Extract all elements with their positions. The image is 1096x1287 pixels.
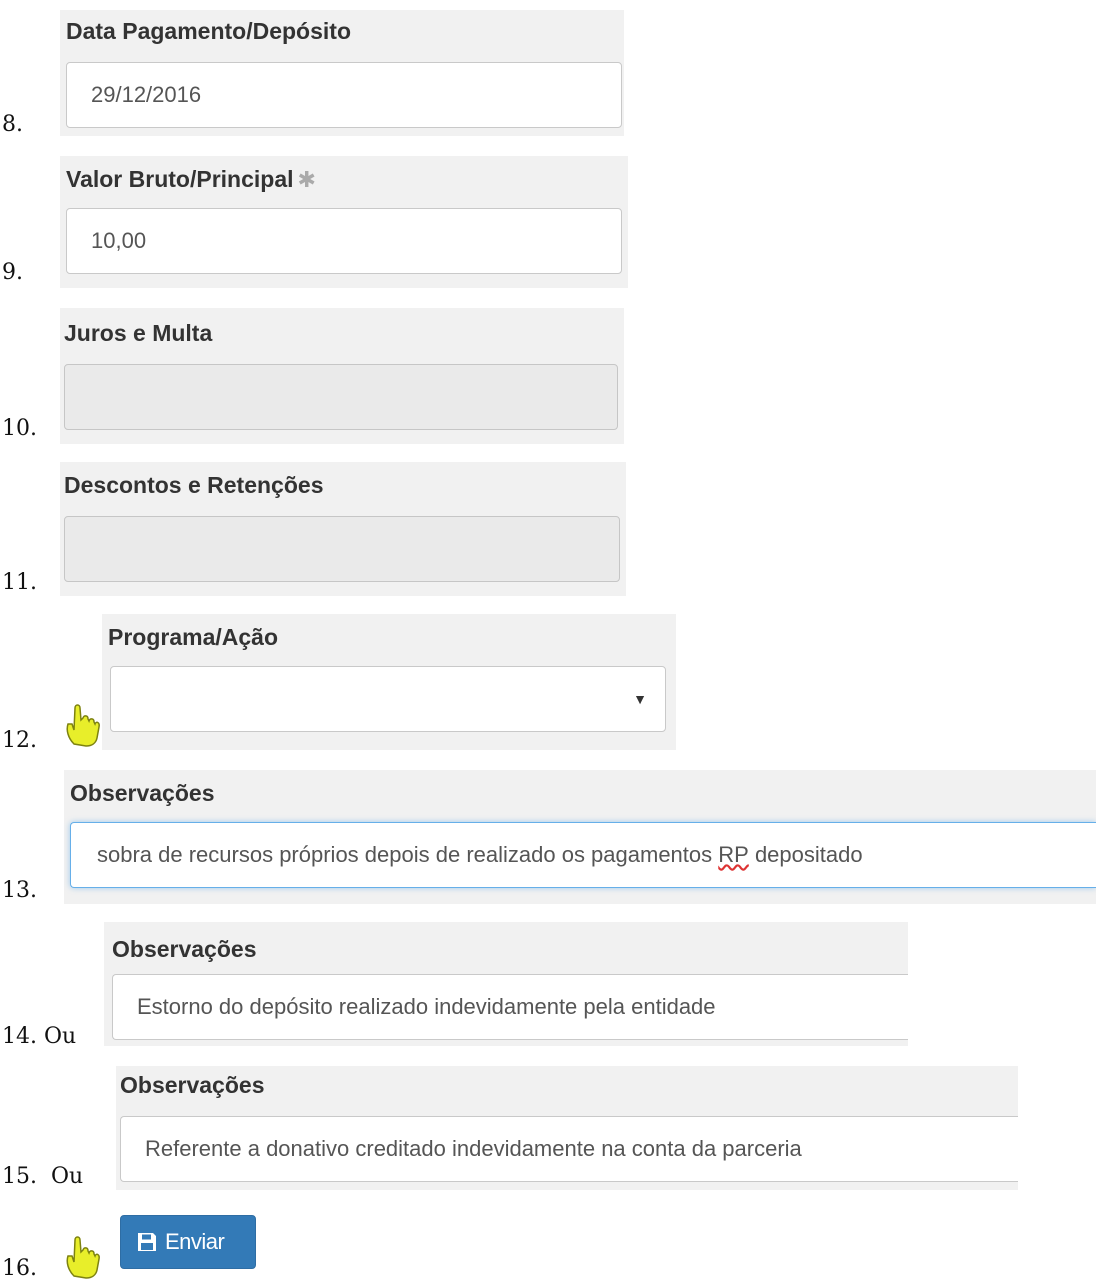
pointing-hand-icon (66, 1236, 100, 1279)
gross-value-label: Valor Bruto/Principal ✱ (66, 166, 316, 193)
payment-date-label: Data Pagamento/Depósito (66, 18, 351, 44)
step-11-panel: Descontos e Retenções (60, 462, 626, 596)
observations-field[interactable]: Estorno do depósito realizado indevidame… (112, 974, 908, 1040)
step-10-panel: Juros e Multa (60, 308, 624, 444)
step-number: 14. Ou (2, 1024, 77, 1049)
step-number: 10. (2, 416, 37, 441)
step-9-panel: Valor Bruto/Principal ✱ 10,00 (60, 156, 628, 288)
observations-label: Observações (70, 780, 215, 806)
step-number: 11. (2, 570, 37, 595)
step-number: 13. (2, 878, 37, 903)
pointing-hand-icon (66, 704, 100, 747)
send-button[interactable]: Enviar (120, 1215, 256, 1269)
step-number: 16. (2, 1256, 37, 1281)
interest-fine-label: Juros e Multa (64, 320, 213, 346)
step-number: 12. (2, 728, 37, 753)
step-number: 8. (2, 112, 23, 137)
observations-field[interactable]: Referente a donativo creditado indevidam… (120, 1116, 1018, 1182)
observations-flagged-word: RP (718, 842, 749, 867)
step-14-panel: Observações Estorno do depósito realizad… (104, 922, 908, 1046)
send-button-label: Enviar (165, 1229, 225, 1254)
step-12-panel: Programa/Ação ▼ (102, 614, 676, 750)
floppy-disk-icon (138, 1233, 156, 1251)
observations-text: sobra de recursos próprios depois de rea… (97, 842, 719, 867)
step-8-panel: Data Pagamento/Depósito 29/12/2016 (60, 10, 624, 136)
gross-value-field[interactable]: 10,00 (66, 208, 622, 274)
observations-field[interactable]: sobra de recursos próprios depois de rea… (70, 822, 1096, 888)
gross-value-label-text: Valor Bruto/Principal (66, 166, 294, 192)
observations-label: Observações (120, 1072, 265, 1098)
step-15-panel: Observações Referente a donativo credita… (116, 1066, 1018, 1190)
program-action-label: Programa/Ação (108, 624, 279, 650)
interest-fine-field (64, 364, 618, 430)
payment-date-field[interactable]: 29/12/2016 (66, 62, 622, 128)
required-asterisk-icon: ✱ (297, 167, 316, 192)
discounts-retentions-label: Descontos e Retenções (64, 472, 324, 498)
program-action-select[interactable]: ▼ (110, 666, 666, 732)
discounts-retentions-field (64, 516, 620, 582)
step-number: 9. (2, 260, 23, 285)
caret-down-icon: ▼ (633, 691, 647, 707)
observations-text-end: depositado (748, 842, 863, 867)
step-13-panel: Observações sobra de recursos próprios d… (64, 770, 1096, 904)
observations-label: Observações (112, 936, 257, 962)
step-number: 15. Ou (2, 1164, 84, 1189)
